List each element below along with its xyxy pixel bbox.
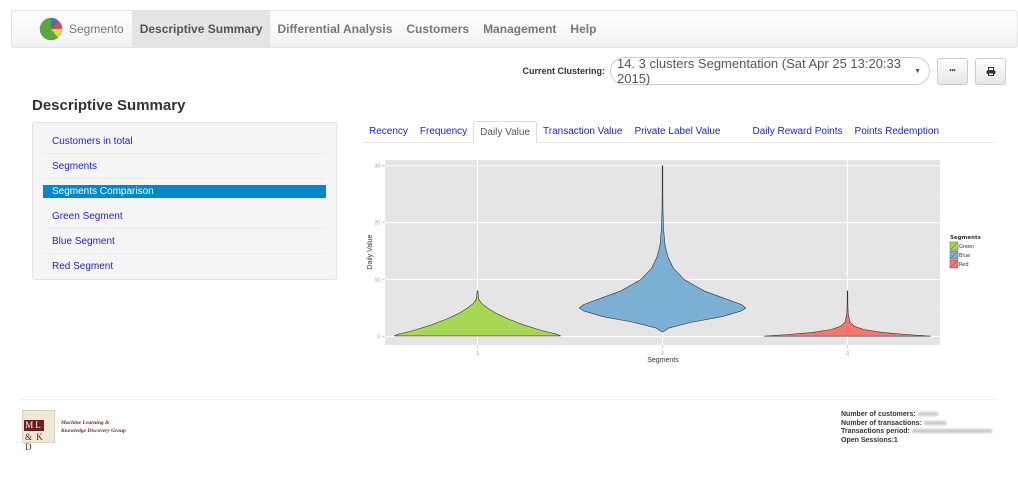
mlkd-group-logo: ML & K D Machine Learning & Knowledge Di… — [22, 410, 126, 452]
page-title: Descriptive Summary — [32, 97, 186, 114]
brand-name: Segmento — [69, 22, 124, 36]
y-tick-label: 30 — [374, 164, 380, 170]
sidebar-item-blue-segment[interactable]: Blue Segment — [43, 229, 326, 254]
legend: Segments Green Blue Red — [949, 235, 982, 269]
group-name-line1: Machine Learning & — [61, 419, 110, 426]
x-tick-label: 1 — [476, 351, 479, 357]
stat-sessions: Open Sessions:1 — [841, 437, 992, 446]
y-axis-label: Daily Value — [367, 234, 374, 269]
clustering-selected-value: 14. 3 clusters Segmentation (Sat Apr 25 … — [617, 56, 902, 86]
stat-transactions-label: Number of transactions: — [841, 419, 922, 427]
clustering-select[interactable]: 14. 3 clusters Segmentation (Sat Apr 25 … — [610, 56, 930, 86]
sidebar-item-customers-in-total[interactable]: Customers in total — [43, 129, 326, 154]
x-axis: 123 — [476, 345, 849, 357]
tab-daily-reward-points[interactable]: Daily Reward Points — [746, 121, 848, 142]
brand[interactable]: Segmento — [12, 11, 132, 47]
tab-transaction-value[interactable]: Transaction Value — [537, 121, 629, 142]
tab-frequency[interactable]: Frequency — [414, 121, 473, 142]
y-tick-label: 0 — [377, 334, 380, 340]
clustering-label: Current Clustering: — [522, 66, 605, 76]
legend-label-red: Red — [959, 262, 969, 268]
footer-divider — [20, 399, 998, 400]
stat-sessions-label: Open Sessions:1 — [841, 436, 898, 444]
stat-period-value-redacted — [911, 429, 992, 434]
sidebar-item-segments-comparison[interactable]: Segments Comparison — [43, 185, 326, 198]
stat-customers-value-redacted — [917, 412, 938, 417]
nav-help[interactable]: Help — [563, 11, 603, 47]
group-name: Machine Learning & Knowledge Discovery G… — [61, 419, 126, 435]
legend-title: Segments — [950, 235, 982, 241]
print-button[interactable] — [975, 57, 1006, 85]
stat-transactions: Number of transactions: — [841, 420, 992, 429]
y-tick-label: 10 — [374, 278, 380, 284]
group-name-line2: Knowledge Discovery Group — [61, 427, 126, 434]
y-tick-label: 20 — [374, 221, 380, 227]
caret-down-icon: ▼ — [914, 67, 921, 75]
sidebar-item-red-segment[interactable]: Red Segment — [43, 254, 326, 279]
ellipsis-icon: ••• — [949, 68, 956, 74]
sidebar-item-segments[interactable]: Segments — [43, 154, 326, 179]
logo-kd-text: & K D — [25, 432, 44, 452]
pie-chart-logo-icon — [39, 17, 63, 41]
x-tick-label: 3 — [846, 351, 849, 357]
clustering-bar: Current Clustering: 14. 3 clusters Segme… — [522, 56, 1006, 86]
print-icon — [986, 66, 995, 76]
tab-points-redemption[interactable]: Points Redemption — [849, 121, 946, 142]
violin-chart: 0 10 20 30 123 Daily Value Segments Segment… — [367, 160, 982, 364]
logo-ml-text: ML — [24, 420, 44, 431]
tab-recency[interactable]: Recency — [363, 121, 414, 142]
footer-stats: Number of customers: Number of transacti… — [841, 411, 992, 445]
nav-differential-analysis[interactable]: Differential Analysis — [270, 11, 399, 47]
sidebar: Customers in total Segments Segments Com… — [32, 122, 337, 280]
legend-label-blue: Blue — [959, 253, 970, 259]
tab-daily-value[interactable]: Daily Value — [473, 121, 537, 143]
x-axis-label: Segments — [647, 357, 679, 364]
stat-period: Transactions period: — [841, 428, 992, 437]
mlkd-logo-icon: ML & K D — [22, 410, 55, 452]
nav-customers[interactable]: Customers — [399, 11, 476, 47]
tab-private-label-value[interactable]: Private Label Value — [629, 121, 727, 142]
top-navbar: Segmento Descriptive Summary Differentia… — [11, 10, 1018, 48]
stat-transactions-value-redacted — [923, 420, 946, 425]
stat-period-label: Transactions period: — [841, 428, 910, 435]
sidebar-item-green-segment[interactable]: Green Segment — [43, 204, 326, 229]
metric-tabs: Recency Frequency Daily Value Transactio… — [363, 121, 995, 143]
nav-descriptive-summary[interactable]: Descriptive Summary — [131, 11, 271, 47]
stat-customers: Number of customers: — [841, 411, 992, 420]
y-axis: 0 10 20 30 — [374, 164, 385, 340]
more-options-button[interactable]: ••• — [937, 57, 968, 85]
nav-management[interactable]: Management — [476, 11, 563, 47]
stat-customers-label: Number of customers: — [841, 411, 916, 418]
legend-label-green: Green — [959, 244, 974, 250]
